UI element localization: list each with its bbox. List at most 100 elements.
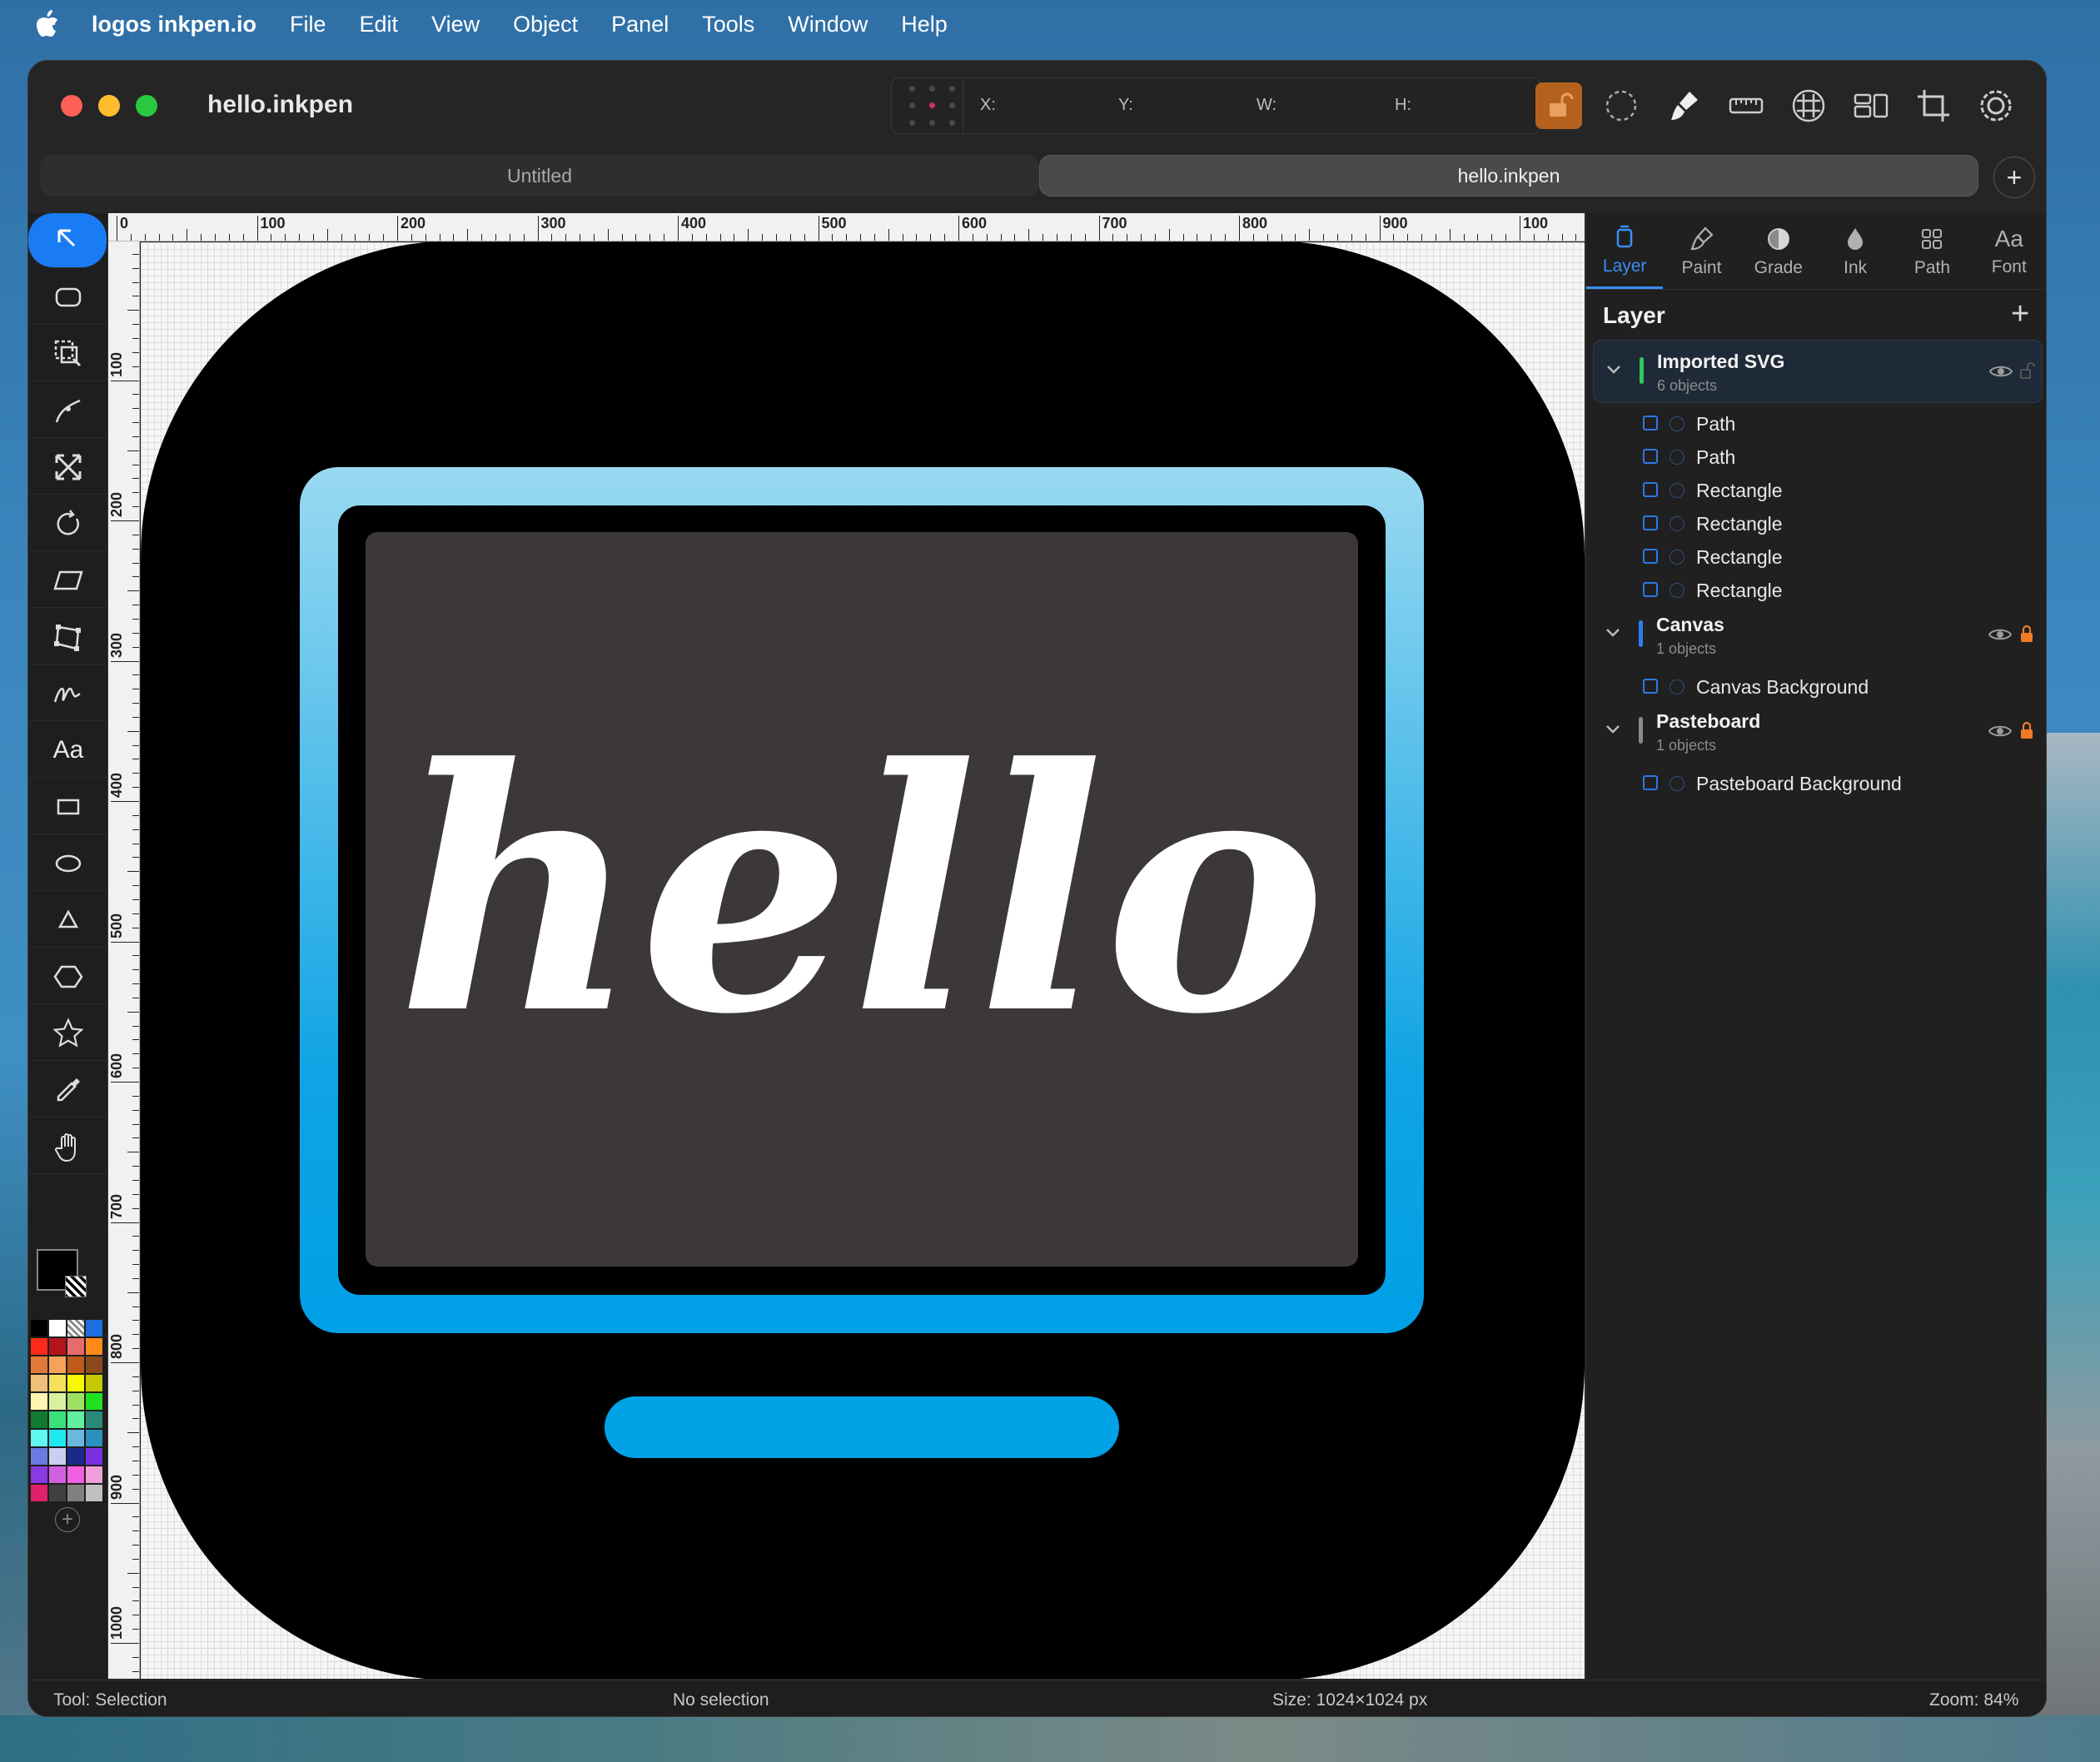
chevron-down-icon[interactable] (1603, 719, 1623, 739)
layer-item-pasteboard-background[interactable]: Pasteboard Background (1593, 767, 2043, 800)
crop-icon[interactable] (1910, 82, 1957, 129)
layer-target-circle[interactable] (1670, 550, 1684, 565)
tab-hello-inkpen[interactable]: hello.inkpen (1039, 155, 1978, 197)
rounded-rect-select-tool[interactable] (28, 270, 108, 325)
palette-swatch[interactable] (86, 1448, 102, 1465)
brush-icon[interactable] (1660, 82, 1707, 129)
palette-swatch[interactable] (86, 1393, 102, 1410)
tab-path[interactable]: Path (1893, 213, 1970, 289)
menu-panel[interactable]: Panel (611, 12, 669, 37)
palette-swatch[interactable] (67, 1485, 84, 1501)
palette-swatch[interactable] (67, 1393, 84, 1410)
menu-view[interactable]: View (431, 12, 480, 37)
layer-item-path[interactable]: Path (1593, 407, 2043, 440)
tab-ink[interactable]: Ink (1817, 213, 1893, 289)
layer-target-circle[interactable] (1670, 450, 1684, 465)
pen-tool[interactable] (28, 383, 108, 438)
apple-logo-icon[interactable] (35, 10, 60, 38)
width-field[interactable]: W: (1257, 96, 1276, 115)
scale-tool[interactable] (28, 440, 108, 495)
ellipse-tool[interactable] (28, 836, 108, 891)
layer-group-imported-svg[interactable]: Imported SVG 6 objects (1593, 340, 2043, 403)
menu-file[interactable]: File (290, 12, 326, 37)
layer-group-canvas[interactable]: Canvas 1 objects (1593, 604, 2043, 667)
palette-swatch[interactable] (49, 1430, 66, 1446)
menu-tools[interactable]: Tools (702, 12, 754, 37)
lock-open-icon[interactable] (1535, 82, 1582, 129)
lock-closed-icon[interactable] (2019, 624, 2034, 644)
x-field[interactable]: X: (980, 96, 996, 115)
palette-swatch[interactable] (31, 1411, 47, 1428)
layer-select-checkbox[interactable] (1643, 416, 1658, 431)
layer-select-checkbox[interactable] (1643, 449, 1658, 464)
text-tool[interactable]: Aa (28, 723, 108, 778)
layer-target-circle[interactable] (1670, 483, 1684, 498)
distort-tool[interactable] (28, 610, 108, 664)
tab-paint[interactable]: Paint (1663, 213, 1739, 289)
palette-swatch[interactable] (31, 1338, 47, 1355)
layer-select-checkbox[interactable] (1643, 515, 1658, 530)
settings-icon[interactable] (1973, 82, 2019, 129)
layer-item-rectangle[interactable]: Rectangle (1593, 474, 2043, 507)
palette-swatch[interactable] (86, 1466, 102, 1483)
palette-swatch[interactable] (67, 1448, 84, 1465)
palette-swatch[interactable] (31, 1430, 47, 1446)
palette-swatch[interactable] (67, 1338, 84, 1355)
y-field[interactable]: Y: (1118, 96, 1133, 115)
layer-item-rectangle[interactable]: Rectangle (1593, 507, 2043, 540)
layer-item-rectangle[interactable]: Rectangle (1593, 540, 2043, 574)
palette-swatch[interactable] (49, 1393, 66, 1410)
shear-tool[interactable] (28, 553, 108, 608)
palette-swatch[interactable] (67, 1411, 84, 1428)
layer-select-checkbox[interactable] (1643, 679, 1658, 694)
artwork[interactable]: hello (141, 242, 1585, 1679)
app-name-menu[interactable]: logos inkpen.io (92, 12, 256, 37)
palette-swatch[interactable] (67, 1466, 84, 1483)
freehand-tool[interactable] (28, 666, 108, 721)
canvas-area[interactable]: hello (141, 242, 1585, 1679)
palette-swatch[interactable] (86, 1338, 102, 1355)
add-tab-button[interactable]: + (1993, 157, 2035, 198)
anchor-point-selector[interactable] (902, 80, 963, 132)
chevron-down-icon[interactable] (1603, 622, 1623, 642)
palette-swatch[interactable] (67, 1430, 84, 1446)
add-swatch-button[interactable]: + (55, 1507, 80, 1532)
layer-target-circle[interactable] (1670, 416, 1684, 431)
dashed-circle-icon[interactable] (1598, 82, 1645, 129)
minimize-window-button[interactable] (98, 95, 120, 117)
palette-swatch[interactable] (49, 1466, 66, 1483)
palette-swatch[interactable] (49, 1375, 66, 1391)
rotate-tool[interactable] (28, 496, 108, 551)
layer-target-circle[interactable] (1670, 679, 1684, 694)
layer-select-checkbox[interactable] (1643, 482, 1658, 497)
rectangle-tool[interactable] (28, 779, 108, 834)
palette-swatch[interactable] (86, 1320, 102, 1336)
palette-swatch[interactable] (86, 1375, 102, 1391)
tab-font[interactable]: Aa Font (1971, 213, 2046, 289)
layer-select-checkbox[interactable] (1643, 582, 1658, 597)
layer-target-circle[interactable] (1670, 583, 1684, 598)
layer-target-circle[interactable] (1670, 516, 1684, 531)
lock-open-icon[interactable] (2020, 361, 2035, 381)
palette-swatch[interactable] (31, 1466, 47, 1483)
tab-grade[interactable]: Grade (1740, 213, 1817, 289)
palette-swatch[interactable] (31, 1393, 47, 1410)
tab-layer[interactable]: Layer (1586, 213, 1664, 289)
palette-swatch[interactable] (86, 1430, 102, 1446)
visibility-eye-icon[interactable] (1988, 625, 2013, 644)
chevron-down-icon[interactable] (1604, 359, 1624, 379)
layer-item-path[interactable]: Path (1593, 440, 2043, 474)
palette-swatch[interactable] (67, 1356, 84, 1373)
star-tool[interactable] (28, 1006, 108, 1061)
align-icon[interactable] (1848, 82, 1894, 129)
palette-swatch[interactable] (67, 1375, 84, 1391)
lock-closed-icon[interactable] (2019, 720, 2034, 740)
menu-edit[interactable]: Edit (360, 12, 399, 37)
eyedropper-tool[interactable] (28, 1063, 108, 1117)
layer-item-rectangle[interactable]: Rectangle (1593, 574, 2043, 607)
hand-tool[interactable] (28, 1119, 108, 1174)
grid-icon[interactable] (1785, 82, 1832, 129)
height-field[interactable]: H: (1395, 96, 1411, 115)
triangle-tool[interactable] (28, 893, 108, 948)
layer-select-checkbox[interactable] (1643, 775, 1658, 790)
